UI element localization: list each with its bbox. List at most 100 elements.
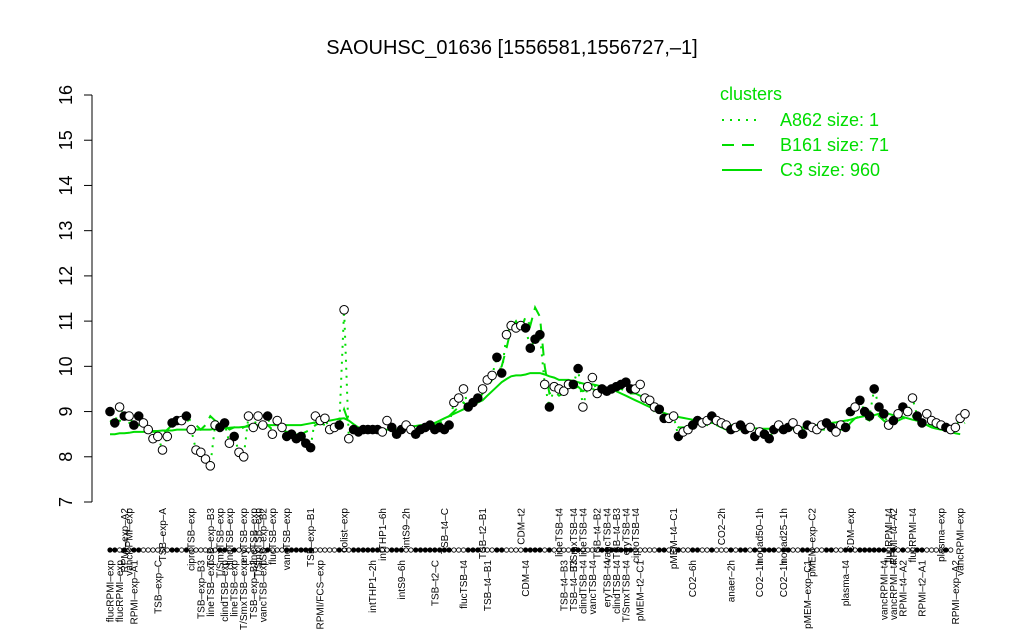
data-point [855, 395, 865, 406]
x-label-lower: vancTSB–exp [258, 560, 269, 623]
rug-marker [823, 547, 830, 553]
data-point [544, 402, 555, 412]
rug-marker [150, 547, 156, 553]
rug-marker [919, 547, 925, 553]
series-line-dashed [109, 304, 966, 436]
y-tick-label: 16 [56, 85, 76, 105]
data-point [525, 343, 536, 354]
rug-marker [799, 547, 806, 553]
x-label-upper: nonad50–1h [755, 508, 766, 564]
x-label-upper: vancTSB–exp [282, 508, 293, 571]
rug-marker [503, 547, 510, 553]
rug-marker [542, 547, 548, 553]
x-label-upper: pMEM–t4–C1 [669, 508, 680, 570]
x-label-upper: TSB–t4–C [440, 508, 451, 554]
x-label-lower: CDM–t4 [521, 560, 532, 597]
data-point [377, 427, 388, 437]
x-label-lower: flucRPMI–exp [115, 560, 126, 623]
data-point [277, 422, 287, 433]
x-label-upper: plasma–exp [937, 508, 948, 562]
data-point [573, 363, 583, 374]
rug-marker [728, 547, 734, 553]
x-label-lower: pMEM–exp–C1 [803, 560, 814, 629]
data-point [444, 420, 454, 430]
rug-marker [546, 547, 553, 553]
rug-marker [699, 547, 705, 553]
rug-marker [656, 547, 662, 553]
x-label-upper: flucTSB–exp [268, 508, 279, 565]
data-point [745, 422, 755, 433]
legend-entry-a862: A862 size: 1 [780, 110, 879, 130]
y-axis: 7 8 9 10 11 12 13 14 15 16 [56, 85, 93, 507]
legend-entry-b161: B161 size: 71 [780, 135, 889, 155]
data-point [840, 422, 851, 433]
rug-marker [489, 547, 495, 553]
y-tick-label: 9 [56, 407, 76, 417]
rug-marker [174, 547, 180, 553]
data-point [339, 305, 349, 315]
rug-marker [370, 547, 376, 553]
rug-marker [393, 547, 400, 553]
data-point [535, 329, 545, 340]
data-point [186, 424, 196, 435]
rug-marker [924, 547, 930, 553]
x-label-upper: CDM–exp [846, 508, 857, 553]
data-point [205, 461, 216, 471]
x-label-lower: intTHP1–2h [368, 560, 379, 613]
data-point [129, 420, 139, 430]
rug-marker [107, 547, 113, 553]
y-tick-label: 15 [56, 130, 76, 150]
data-point [487, 370, 497, 381]
rug-marker [179, 547, 185, 553]
data-point [764, 433, 775, 444]
rug-marker [317, 547, 323, 553]
rug-marker [685, 547, 691, 553]
rug-marker [499, 547, 505, 553]
rug-marker [298, 547, 304, 553]
x-label-upper: TSB–exp–A [158, 508, 169, 562]
data-points [105, 305, 970, 471]
legend-entry-c3: C3 size: 960 [780, 160, 880, 180]
data-point [797, 429, 808, 440]
rug-marker [795, 547, 801, 553]
rug-marker [866, 547, 873, 553]
rug-marker [327, 547, 333, 553]
rug-marker [900, 547, 906, 553]
data-point [869, 384, 880, 394]
rug-marker [432, 547, 438, 553]
x-label-lower: intS9–6h [397, 560, 408, 599]
data-point [124, 411, 134, 421]
data-point [248, 422, 259, 433]
data-point [668, 411, 679, 421]
x-label-upper: intTHP1–6h [378, 508, 389, 561]
data-point [902, 406, 913, 417]
rug-marker [331, 547, 338, 553]
x-label-lower: anaer–2h [726, 560, 737, 602]
x-label-upper: CDM–t2 [516, 508, 527, 545]
data-point [492, 352, 502, 363]
rug-marker [948, 547, 954, 553]
data-point [635, 379, 646, 390]
rug-marker [413, 547, 419, 553]
data-point [334, 420, 345, 430]
rug-marker [169, 547, 175, 553]
x-label-upper: flucRPMI–t4 [908, 508, 919, 563]
x-label-upper: intS9–2h [402, 508, 413, 547]
data-point [143, 424, 153, 435]
rug-marker [771, 547, 777, 553]
rug-marker [360, 547, 366, 553]
data-point [258, 420, 268, 430]
rug-marker [355, 547, 361, 553]
rug-marker [647, 547, 653, 553]
data-point [950, 422, 961, 433]
legend-title: clusters [720, 84, 782, 104]
rug-marker [460, 547, 467, 553]
rug-marker [737, 547, 744, 553]
rug-marker [198, 547, 204, 553]
data-point [917, 418, 927, 428]
data-point [344, 433, 354, 444]
data-point [864, 411, 875, 421]
data-point [243, 411, 254, 421]
chart-canvas: SAOUHSC_01636 [1556581,1556727,–1] 7 8 9 10… [56, 37, 970, 630]
rug-marker [140, 547, 146, 553]
